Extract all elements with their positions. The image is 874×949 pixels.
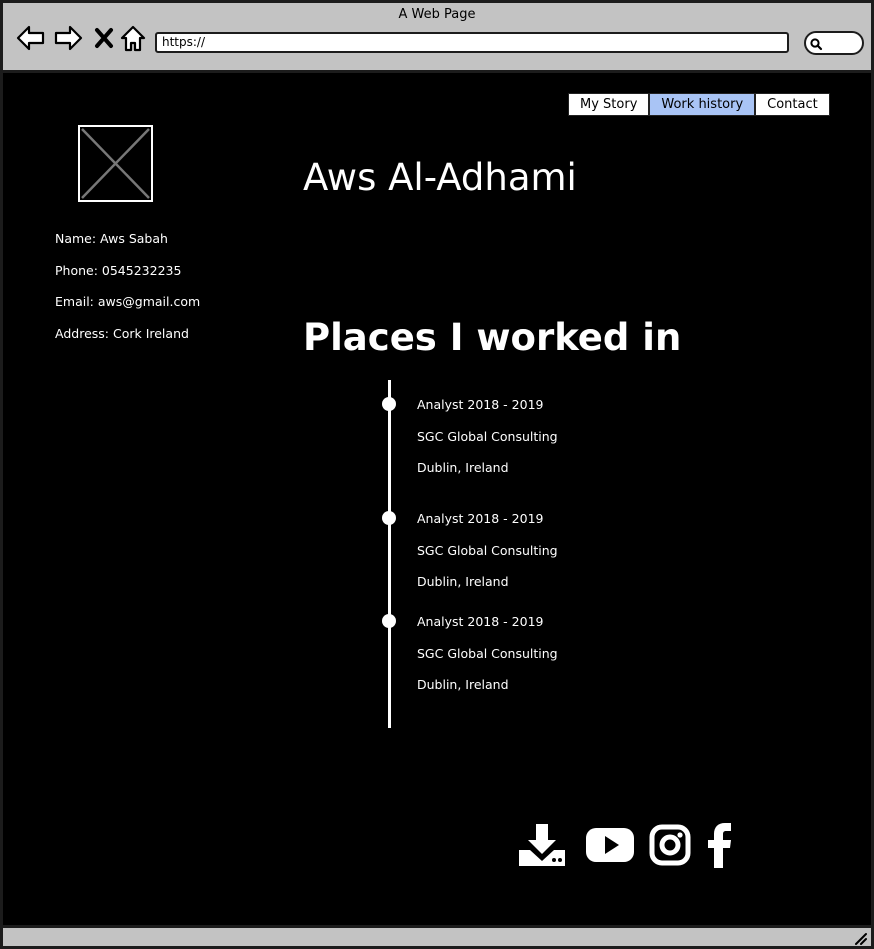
timeline-line <box>388 380 391 728</box>
entry-role: Analyst 2018 - 2019 <box>417 614 544 629</box>
download-icon <box>519 824 565 866</box>
youtube-icon <box>586 828 634 862</box>
address-bar[interactable]: https:// <box>155 32 789 53</box>
timeline-entry: Analyst 2018 - 2019 SGC Global Consultin… <box>417 510 558 605</box>
back-button[interactable] <box>16 23 46 53</box>
browser-titlebar: A Web Page https:// <box>3 3 871 73</box>
instagram-icon <box>649 824 691 866</box>
nav-tabs: My Story Work history Contact <box>568 93 830 116</box>
entry-role: Analyst 2018 - 2019 <box>417 397 544 412</box>
entry-location: Dublin, Ireland <box>417 460 509 475</box>
entry-company: SGC Global Consulting <box>417 542 558 558</box>
timeline-dot <box>382 511 396 525</box>
section-title: Places I worked in <box>303 316 682 359</box>
home-button[interactable] <box>118 23 148 53</box>
timeline-dot <box>382 397 396 411</box>
facebook-icon <box>708 823 731 868</box>
download-button[interactable] <box>519 822 565 868</box>
window-title: A Web Page <box>398 7 476 22</box>
timeline-entry: Analyst 2018 - 2019 SGC Global Consultin… <box>417 396 558 491</box>
image-placeholder-icon <box>81 128 150 199</box>
resize-grip-icon[interactable] <box>853 931 867 945</box>
youtube-button[interactable] <box>586 822 634 868</box>
search-field[interactable] <box>804 31 864 55</box>
tab-contact[interactable]: Contact <box>755 93 830 116</box>
forward-arrow-icon <box>54 25 83 51</box>
browser-window: A Web Page https:// My Story Work histor… <box>0 0 874 949</box>
stop-button[interactable] <box>89 23 119 53</box>
tab-my-story[interactable]: My Story <box>568 93 650 116</box>
entry-company: SGC Global Consulting <box>417 645 558 661</box>
close-x-icon <box>95 28 113 48</box>
page-content: My Story Work history Contact Name: Aws … <box>3 76 871 925</box>
entry-role: Analyst 2018 - 2019 <box>417 511 544 526</box>
profile-image <box>78 125 153 202</box>
magnifier-icon <box>810 38 823 51</box>
info-email: Email: aws@gmail.com <box>55 294 201 309</box>
info-name: Name: Aws Sabah <box>55 231 168 246</box>
forward-button[interactable] <box>53 23 83 53</box>
entry-location: Dublin, Ireland <box>417 574 509 589</box>
info-address: Address: Cork Ireland <box>55 325 189 341</box>
home-icon <box>120 25 146 52</box>
instagram-button[interactable] <box>649 822 691 868</box>
entry-company: SGC Global Consulting <box>417 428 558 444</box>
contact-info: Name: Aws Sabah Phone: 0545232235 Email:… <box>55 230 200 356</box>
entry-location: Dublin, Ireland <box>417 677 509 692</box>
timeline-entry: Analyst 2018 - 2019 SGC Global Consultin… <box>417 613 558 708</box>
browser-statusbar <box>3 925 871 946</box>
tab-work-history[interactable]: Work history <box>649 93 756 116</box>
timeline-dot <box>382 614 396 628</box>
facebook-button[interactable] <box>705 822 733 868</box>
back-arrow-icon <box>16 25 45 51</box>
page-title: Aws Al-Adhami <box>303 156 577 199</box>
info-phone: Phone: 0545232235 <box>55 262 182 278</box>
